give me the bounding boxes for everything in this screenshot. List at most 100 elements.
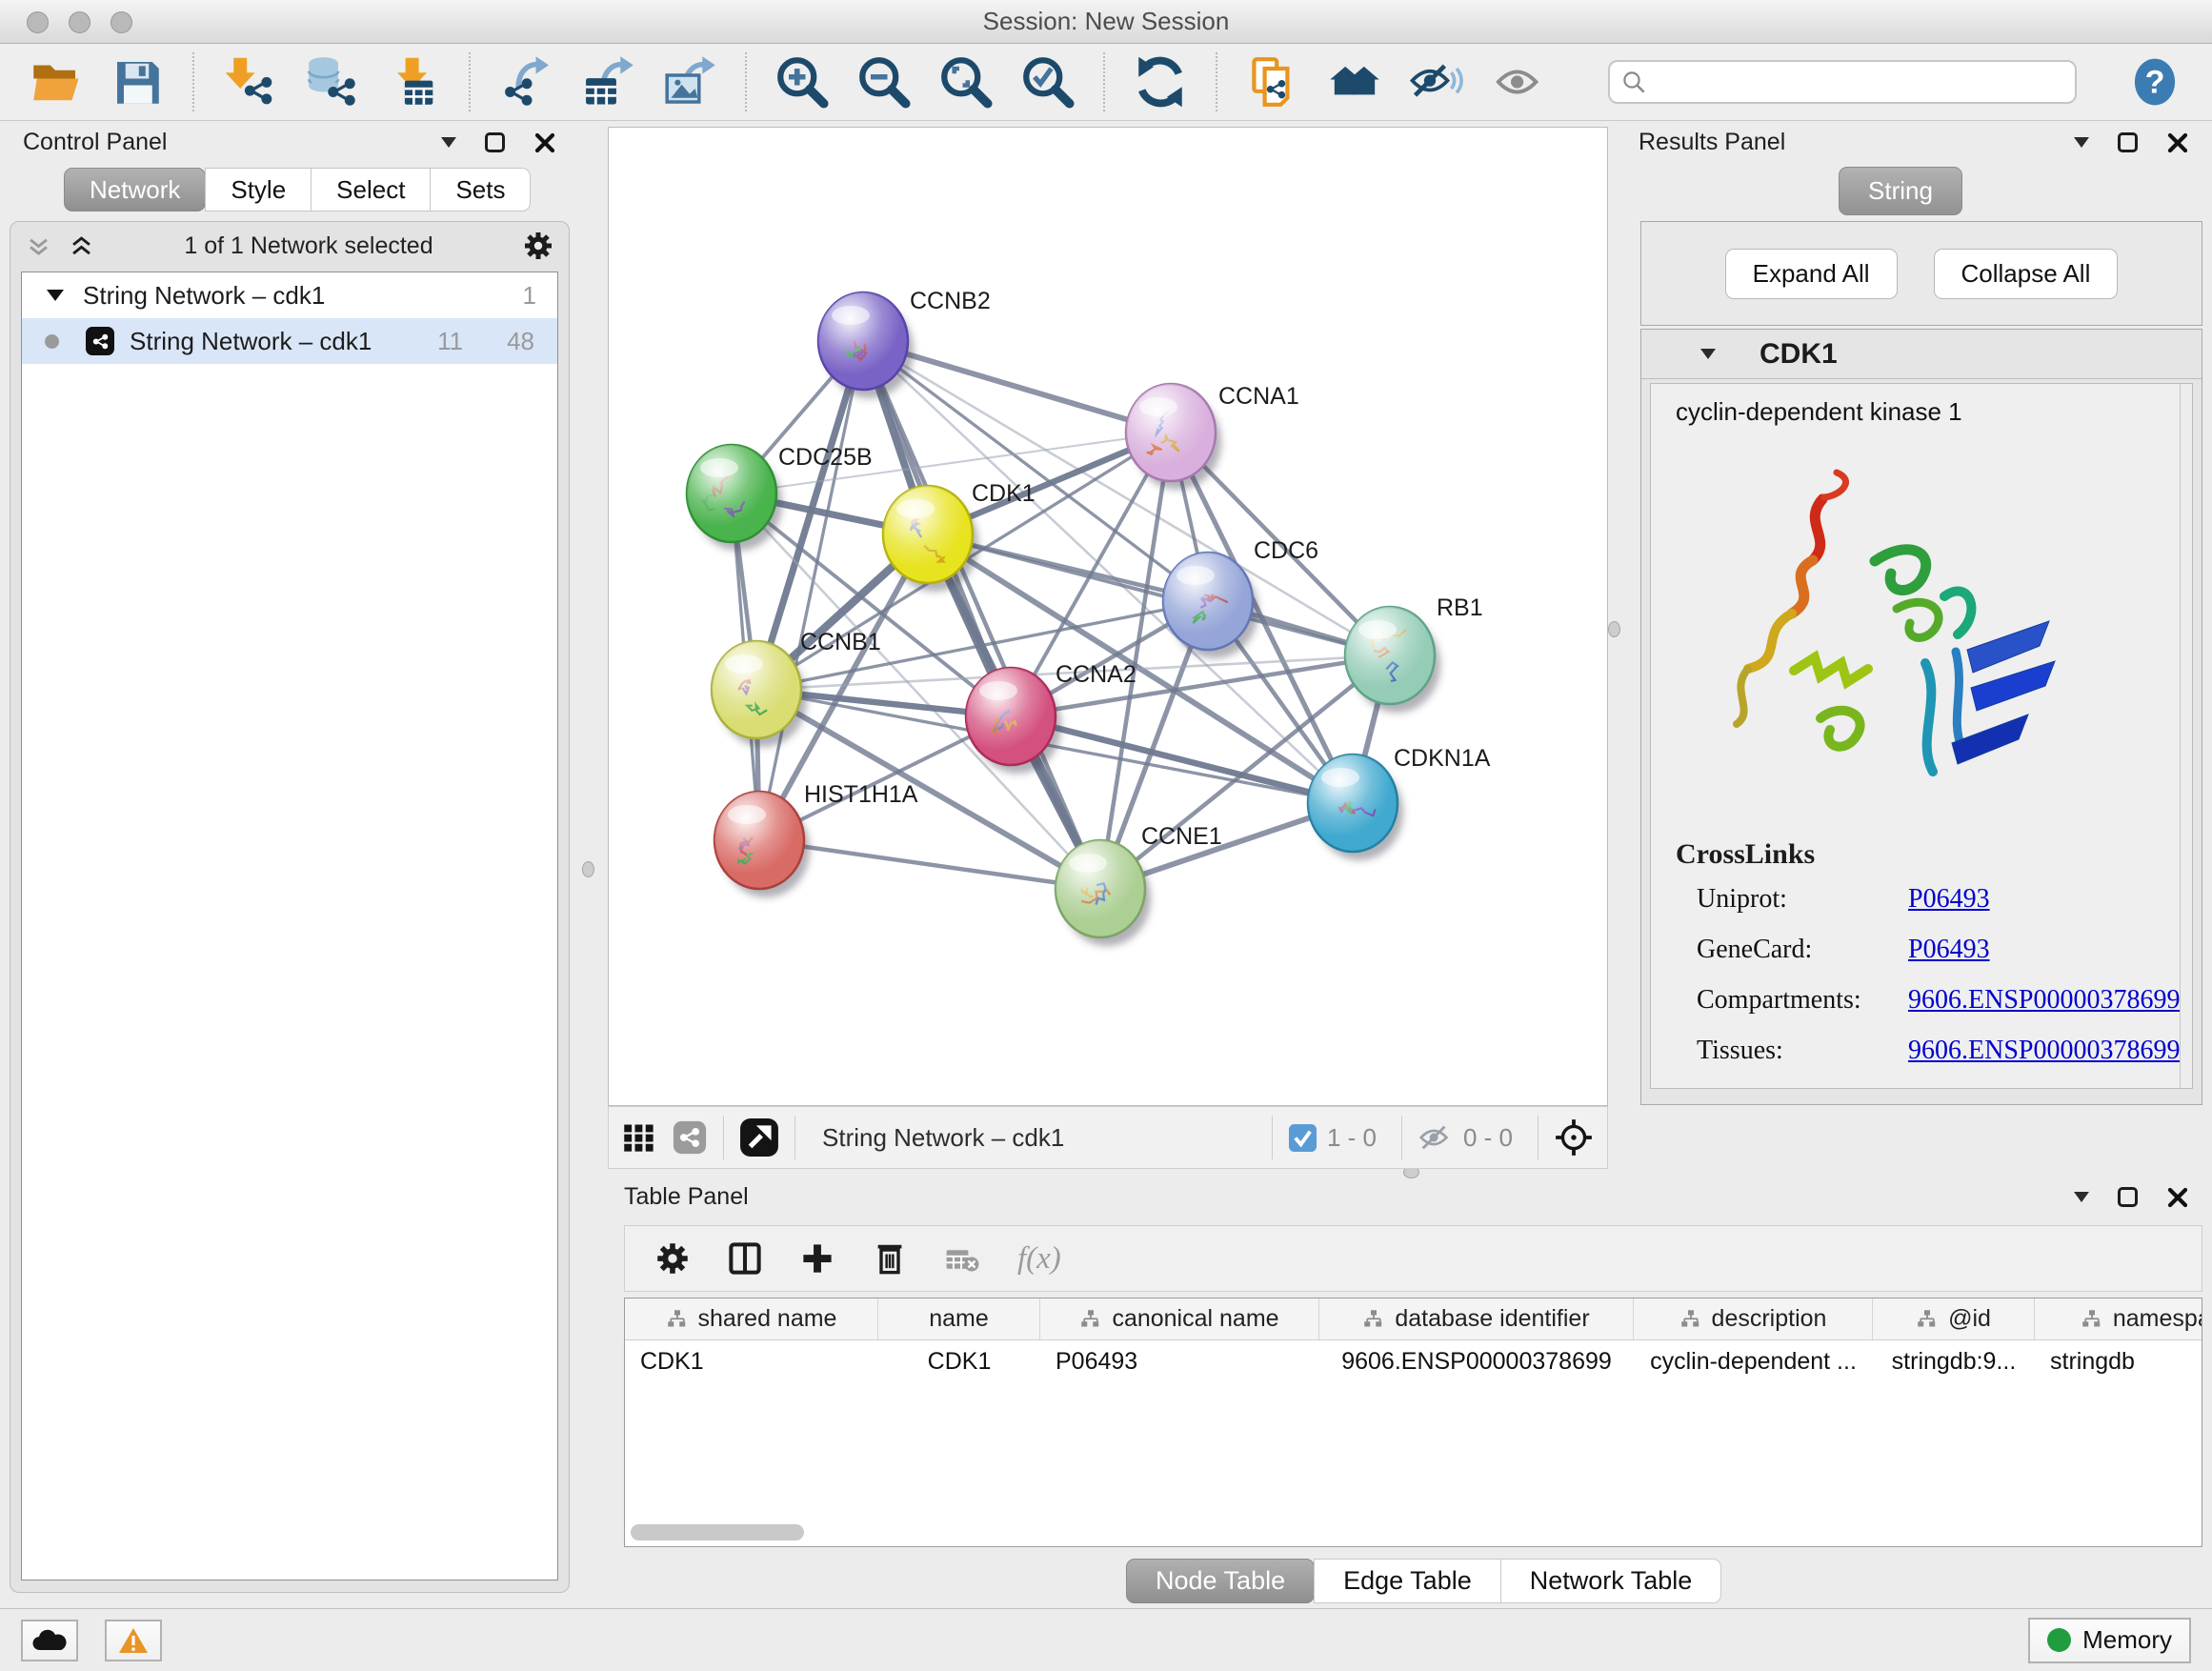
network-node-ccna1[interactable] <box>1126 384 1221 490</box>
tab-style[interactable]: Style <box>205 168 312 211</box>
cloud-button[interactable] <box>21 1620 78 1661</box>
column-header-label: namespace <box>2113 1305 2202 1333</box>
table-toolbar: f(x) <box>624 1225 2202 1292</box>
zoom-selected-icon[interactable] <box>1021 55 1075 109</box>
close-panel-icon[interactable] <box>2166 1186 2189 1209</box>
warning-icon <box>117 1626 150 1655</box>
column-header[interactable]: name <box>878 1299 1040 1339</box>
export-network-icon[interactable] <box>499 55 553 109</box>
network-node-cdkn1a[interactable] <box>1308 755 1403 860</box>
open-session-icon[interactable] <box>29 55 82 109</box>
network-node-cdc25b[interactable] <box>687 445 782 551</box>
export-image-icon[interactable] <box>663 55 716 109</box>
expand-all-button[interactable]: Expand All <box>1725 249 1898 299</box>
network-row[interactable]: String Network – cdk1 11 48 <box>22 318 557 364</box>
collapse-all-button[interactable]: Collapse All <box>1934 249 2119 299</box>
expand-all-icon[interactable] <box>69 233 94 259</box>
table-row[interactable]: CDK1CDK1P064939606.ENSP00000378699cyclin… <box>625 1340 2202 1382</box>
tab-sets[interactable]: Sets <box>430 168 531 211</box>
export-table-icon[interactable] <box>581 55 634 109</box>
network-node-ccnb2[interactable] <box>818 292 914 398</box>
float-panel-icon[interactable] <box>485 132 505 152</box>
delete-table-icon[interactable] <box>945 1241 979 1276</box>
column-header[interactable]: namespace <box>2035 1299 2202 1339</box>
network-collection-label: String Network – cdk1 <box>83 281 523 311</box>
gene-section-header[interactable]: CDK1 <box>1641 330 2202 379</box>
zoom-out-icon[interactable] <box>857 55 911 109</box>
hidden-eye-icon[interactable] <box>1418 1124 1454 1151</box>
apply-preferred-layout-icon[interactable] <box>1134 55 1187 109</box>
show-all-icon[interactable] <box>1492 55 1545 109</box>
zoom-window-button[interactable] <box>111 11 132 33</box>
network-node-rb1[interactable] <box>1345 607 1440 713</box>
save-session-icon[interactable] <box>111 55 164 109</box>
fit-selected-icon[interactable] <box>1554 1117 1594 1158</box>
network-node-ccna2[interactable] <box>966 668 1061 774</box>
crosslink-label: Uniprot: <box>1697 884 1908 915</box>
memory-button[interactable]: Memory <box>2028 1618 2191 1663</box>
float-panel-icon[interactable] <box>2118 132 2138 152</box>
network-node-cdk1[interactable] <box>883 486 978 592</box>
network-edge[interactable] <box>759 341 863 840</box>
table-settings-gear-icon[interactable] <box>655 1241 690 1276</box>
tab-network[interactable]: Network <box>64 168 206 211</box>
gene-description: cyclin-dependent kinase 1 <box>1651 384 2192 427</box>
crosslink-value[interactable]: P06493 <box>1908 1086 1990 1089</box>
network-canvas[interactable]: CCNB2CCNA1CDC25BCDK1CDC6RB1CCNB1CCNA2HIS… <box>608 127 1608 1106</box>
delete-column-icon[interactable] <box>873 1241 907 1276</box>
tab-node-table[interactable]: Node Table <box>1126 1559 1315 1603</box>
zoom-in-icon[interactable] <box>775 55 829 109</box>
toolbar-separator <box>192 52 194 111</box>
column-header[interactable]: @id <box>1873 1299 2035 1339</box>
close-window-button[interactable] <box>27 11 49 33</box>
tab-select[interactable]: Select <box>311 168 431 211</box>
close-panel-icon[interactable] <box>533 131 556 154</box>
grid-mode-icon[interactable] <box>622 1120 656 1155</box>
column-header[interactable]: canonical name <box>1040 1299 1319 1339</box>
column-header[interactable]: description <box>1634 1299 1873 1339</box>
string-view-icon[interactable] <box>672 1119 708 1156</box>
birds-eye-view-icon[interactable] <box>739 1117 779 1158</box>
column-header[interactable]: shared name <box>625 1299 878 1339</box>
crosslink-value[interactable]: P06493 <box>1908 935 1990 965</box>
import-network-from-database-icon[interactable] <box>305 55 358 109</box>
results-scrollbar[interactable] <box>2180 384 2192 1088</box>
tree-expand-icon[interactable] <box>47 290 64 301</box>
gear-icon[interactable] <box>523 231 553 261</box>
table-horizontal-scrollbar[interactable] <box>631 1524 804 1540</box>
select-columns-icon[interactable] <box>728 1241 762 1276</box>
crosslink-value[interactable]: 9606.ENSP00000378699 <box>1908 1036 2180 1066</box>
panel-menu-icon[interactable] <box>441 137 456 148</box>
collapse-all-icon[interactable] <box>26 233 51 259</box>
new-network-from-selection-icon[interactable] <box>1246 55 1299 109</box>
minimize-window-button[interactable] <box>69 11 90 33</box>
search-input[interactable] <box>1608 60 2077 104</box>
network-edge[interactable] <box>759 840 1100 889</box>
import-table-from-file-icon[interactable] <box>387 55 440 109</box>
panel-menu-icon[interactable] <box>2074 137 2089 148</box>
hide-selection-icon[interactable] <box>1410 55 1463 109</box>
add-column-icon[interactable] <box>800 1241 835 1276</box>
network-node-hist1h1a[interactable] <box>714 792 810 897</box>
tab-edge-table[interactable]: Edge Table <box>1314 1559 1501 1603</box>
crosslink-value[interactable]: P06493 <box>1908 884 1990 915</box>
selected-nodes-checkbox[interactable] <box>1288 1123 1317 1153</box>
function-builder-icon[interactable]: f(x) <box>1017 1241 1061 1277</box>
left-splitter-handle[interactable] <box>582 861 594 877</box>
tab-network-table[interactable]: Network Table <box>1500 1559 1722 1603</box>
network-collection-row[interactable]: String Network – cdk1 1 <box>22 272 557 318</box>
crosslink-value[interactable]: 9606.ENSP00000378699 <box>1908 985 2180 1016</box>
network-node-ccne1[interactable] <box>1056 840 1151 946</box>
column-header[interactable]: database identifier <box>1319 1299 1634 1339</box>
zoom-fit-content-icon[interactable] <box>939 55 993 109</box>
float-panel-icon[interactable] <box>2118 1187 2138 1207</box>
import-network-from-file-icon[interactable] <box>223 55 276 109</box>
first-neighbors-icon[interactable] <box>1328 55 1381 109</box>
panel-menu-icon[interactable] <box>2074 1192 2089 1202</box>
help-icon[interactable]: ? <box>2130 57 2180 107</box>
collapse-gene-icon[interactable] <box>1700 349 1716 359</box>
tab-string[interactable]: String <box>1839 167 1962 215</box>
warnings-button[interactable] <box>105 1620 162 1661</box>
close-panel-icon[interactable] <box>2166 131 2189 154</box>
string-network-icon <box>86 327 114 355</box>
